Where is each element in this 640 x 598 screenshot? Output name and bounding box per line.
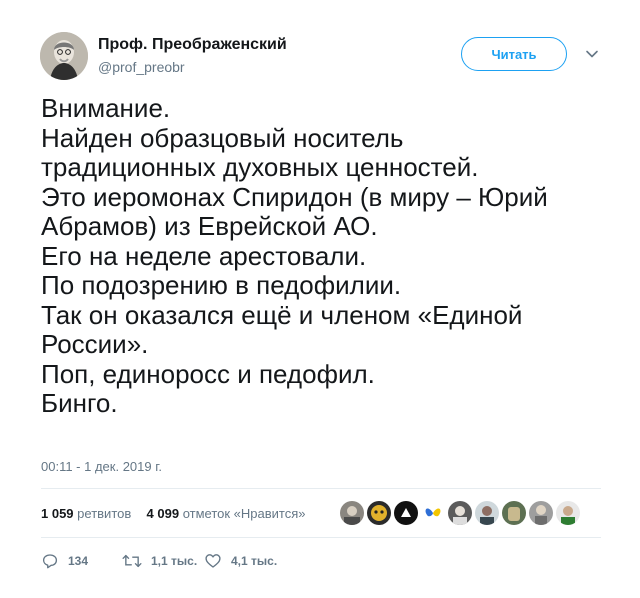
tweet-line: Поп, единоросс и педофил. <box>41 358 375 389</box>
retweet-count: 1,1 тыс. <box>151 554 198 568</box>
liker-avatar[interactable] <box>448 501 472 525</box>
like-action[interactable]: 4,1 тыс. <box>204 552 277 570</box>
tweet-line: Бинго. <box>41 388 118 418</box>
author-name[interactable]: Проф. Преображенский <box>98 36 287 54</box>
liker-avatars <box>340 501 580 525</box>
likes-count[interactable]: 4 099 <box>147 506 180 521</box>
tweet-line: Внимание. <box>41 93 171 123</box>
liker-avatar[interactable] <box>421 501 445 525</box>
liker-avatar[interactable] <box>529 501 553 525</box>
likes-label[interactable]: отметок «Нравится» <box>183 506 306 521</box>
tweet-line: Абрамов) из Еврейской АО. <box>41 211 378 241</box>
tweet-stats: 1 059 ретвитов 4 099 отметок «Нравится» <box>41 506 306 521</box>
tweet-actions: 134 1,1 тыс. 4,1 тыс. <box>41 552 277 570</box>
retweet-icon <box>122 554 142 568</box>
follow-button[interactable]: Читать <box>461 37 567 71</box>
retweets-label[interactable]: ретвитов <box>77 506 131 521</box>
tweet-line: Найден образцовый носитель <box>41 122 404 153</box>
tweet-line: По подозрению в педофилии. <box>41 270 402 300</box>
divider <box>41 537 601 538</box>
reply-count: 134 <box>68 554 89 568</box>
tweet-line: Это иеромонах Спиридон (в миру – Юрий <box>41 181 548 212</box>
liker-avatar[interactable] <box>340 501 364 525</box>
liker-avatar[interactable] <box>475 501 499 525</box>
tweet-line: России». <box>41 329 149 359</box>
chevron-down-icon[interactable] <box>584 46 600 62</box>
heart-icon <box>205 554 221 568</box>
reply-icon <box>42 554 58 569</box>
liker-avatar[interactable] <box>502 501 526 525</box>
liker-avatar[interactable] <box>367 501 391 525</box>
liker-avatar[interactable] <box>394 501 418 525</box>
like-count: 4,1 тыс. <box>231 554 278 568</box>
reply-action[interactable]: 134 <box>41 552 122 570</box>
tweet-line: Так он оказался ещё и членом «Единой <box>41 299 523 330</box>
retweets-count[interactable]: 1 059 <box>41 506 74 521</box>
author-avatar[interactable] <box>40 32 88 80</box>
tweet-line: Его на неделе арестовали. <box>41 240 367 271</box>
liker-avatar[interactable] <box>556 501 580 525</box>
author-handle[interactable]: @prof_preobr <box>98 59 185 75</box>
retweet-action[interactable]: 1,1 тыс. <box>122 552 204 570</box>
tweet-line: традиционных духовных ценностей. <box>41 152 479 182</box>
tweet-text: Внимание. Найден образцовый носитель тра… <box>41 93 601 419</box>
divider <box>41 488 601 489</box>
tweet-timestamp[interactable]: 00:11 - 1 дек. 2019 г. <box>41 459 162 474</box>
